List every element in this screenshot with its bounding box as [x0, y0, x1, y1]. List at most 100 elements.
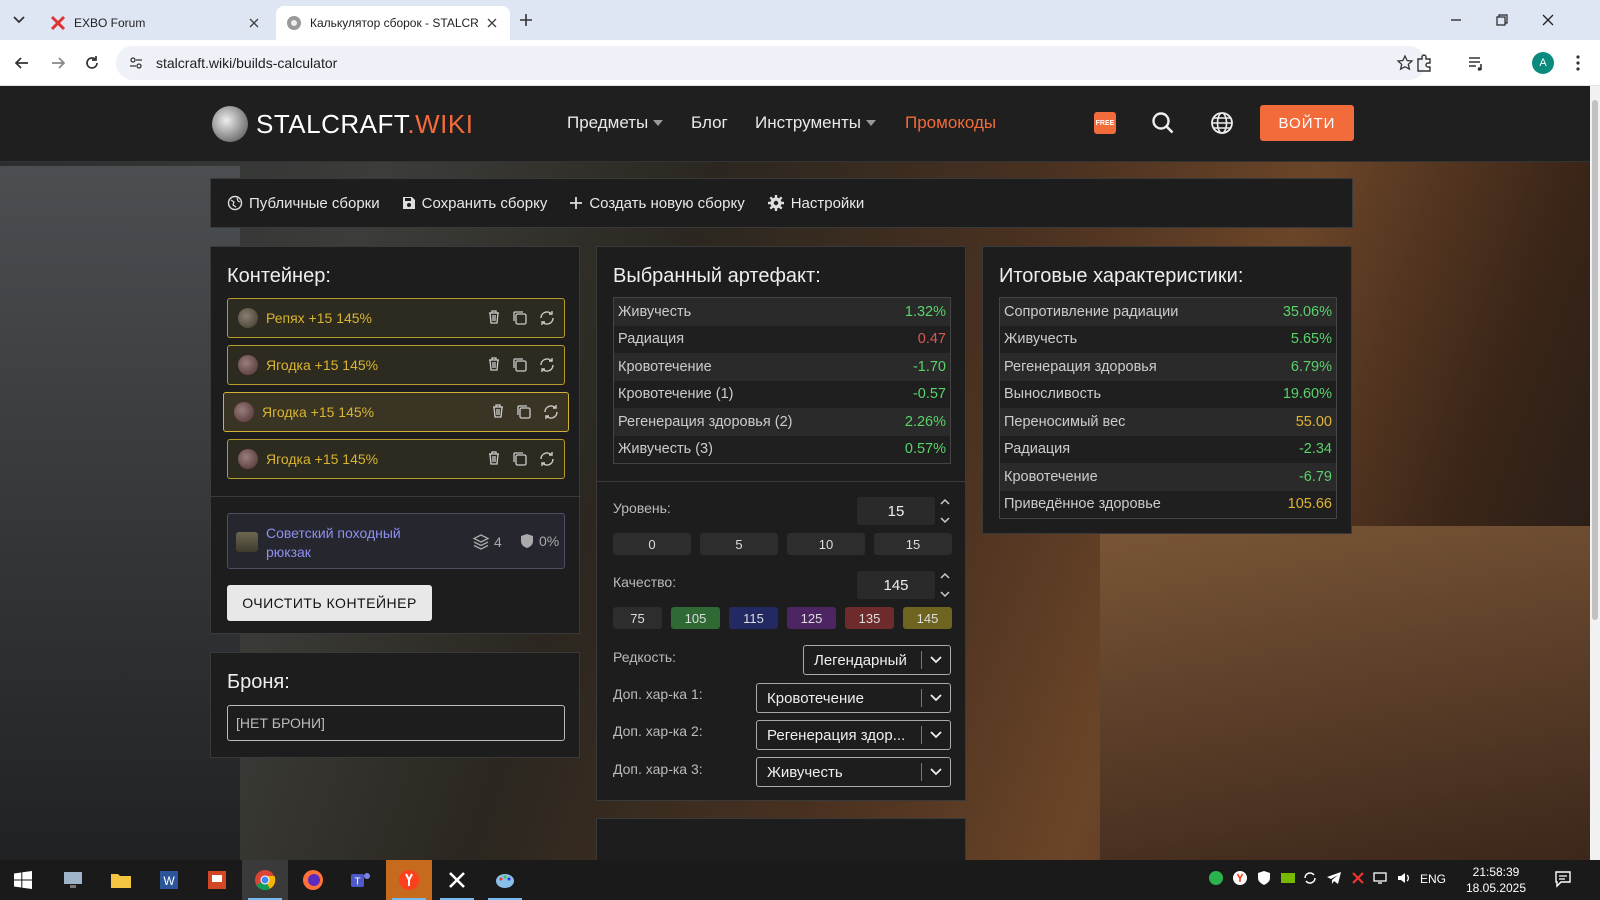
tray-network-icon[interactable] [1372, 870, 1388, 886]
artifact-slot-1[interactable]: Репях +15 145% [227, 298, 565, 338]
forward-arrow-icon[interactable] [48, 53, 68, 73]
free-badge-icon[interactable]: FREE [1094, 112, 1116, 134]
settings-button[interactable]: Настройки [767, 194, 864, 212]
taskbar-app-firefox[interactable] [290, 860, 336, 900]
taskbar-app-explorer-alt[interactable] [50, 860, 96, 900]
taskbar-app-powerpoint[interactable] [194, 860, 240, 900]
quality-stepper[interactable] [939, 572, 951, 598]
scrollbar-thumb[interactable] [1592, 100, 1598, 620]
profile-avatar[interactable]: A [1532, 52, 1554, 74]
level-input[interactable]: 15 [857, 497, 935, 525]
back-arrow-icon[interactable] [12, 53, 32, 73]
extensions-puzzle-icon[interactable] [1414, 53, 1434, 73]
rarity-select[interactable]: Легендарный [803, 645, 951, 675]
quality-preset-button[interactable]: 145 [903, 607, 952, 629]
replace-cycle-icon[interactable] [538, 450, 556, 468]
stalcraft-favicon-icon [287, 16, 301, 30]
start-button[interactable] [0, 860, 46, 900]
delete-trash-icon[interactable] [486, 356, 502, 372]
quality-input[interactable]: 145 [857, 571, 935, 599]
artifact-slot-4[interactable]: Ягодка +15 145% [227, 439, 565, 479]
taskbar-app-yandex[interactable] [386, 860, 432, 900]
copy-icon[interactable] [511, 309, 529, 327]
close-window-icon[interactable] [1538, 10, 1558, 30]
backpack-slot[interactable]: Советский походный рюкзак 4 0% [227, 513, 565, 569]
quality-preset-button[interactable]: 75 [613, 607, 662, 629]
delete-trash-icon[interactable] [490, 403, 506, 419]
input-language[interactable]: ENG [1420, 872, 1446, 886]
taskbar-app-word[interactable]: W [146, 860, 192, 900]
browser-menu-icon[interactable] [1568, 53, 1588, 73]
quality-preset-button[interactable]: 115 [729, 607, 778, 629]
reload-icon[interactable] [82, 53, 102, 73]
tray-sync-icon[interactable] [1302, 870, 1318, 886]
login-button[interactable]: ВОЙТИ [1260, 105, 1354, 141]
media-control-icon[interactable] [1466, 53, 1486, 73]
nav-tools[interactable]: Инструменты [755, 113, 877, 133]
browser-tab-calculator[interactable]: Калькулятор сборок - STALCRA [276, 6, 510, 40]
save-build-button[interactable]: Сохранить сборку [402, 195, 547, 212]
copy-icon[interactable] [511, 356, 529, 374]
site-info-icon[interactable] [128, 55, 144, 71]
quality-preset-button[interactable]: 125 [787, 607, 836, 629]
language-globe-icon[interactable] [1209, 110, 1235, 136]
tray-nvidia-icon[interactable] [1280, 870, 1296, 886]
extra-stat-1-select[interactable]: Кровотечение [756, 683, 951, 713]
taskbar-app-paint[interactable] [482, 860, 528, 900]
nav-promocodes[interactable]: Промокоды [905, 113, 996, 133]
quality-preset-button[interactable]: 135 [845, 607, 894, 629]
level-preset-button[interactable]: 10 [787, 533, 865, 555]
tray-exbo-icon[interactable] [1350, 870, 1366, 886]
notifications-icon[interactable] [1554, 870, 1572, 888]
delete-trash-icon[interactable] [486, 309, 502, 325]
level-preset-button[interactable]: 0 [613, 533, 691, 555]
search-icon[interactable] [1150, 110, 1176, 136]
restore-icon[interactable] [1492, 10, 1512, 30]
artifact-slot-2[interactable]: Ягодка +15 145% [227, 345, 565, 385]
minimize-icon[interactable] [1446, 10, 1466, 30]
tray-shield-icon[interactable] [1256, 870, 1272, 886]
clear-container-button[interactable]: ОЧИСТИТЬ КОНТЕЙНЕР [227, 585, 432, 621]
tab-close-icon[interactable] [246, 15, 262, 31]
copy-icon[interactable] [515, 403, 533, 421]
tray-yandex-icon[interactable] [1232, 870, 1248, 886]
tray-app-green-icon[interactable] [1208, 870, 1224, 886]
taskbar-app-teams[interactable]: T [338, 860, 384, 900]
chevron-up-icon[interactable] [939, 572, 951, 580]
artifact-slot-3-selected[interactable]: Ягодка +15 145% [223, 392, 569, 432]
level-preset-button[interactable]: 5 [700, 533, 778, 555]
nav-items[interactable]: Предметы [567, 113, 664, 133]
taskbar-app-chrome[interactable] [242, 860, 288, 900]
level-stepper[interactable] [939, 498, 951, 524]
system-clock[interactable]: 21:58:39 18.05.2025 [1464, 864, 1528, 896]
armor-selector[interactable] [227, 705, 565, 741]
page-scrollbar[interactable] [1590, 86, 1600, 860]
tab-search-menu-icon[interactable] [8, 9, 30, 31]
taskbar-app-file-explorer[interactable] [98, 860, 144, 900]
nav-blog[interactable]: Блог [691, 113, 728, 133]
bookmark-star-icon[interactable] [1396, 54, 1414, 72]
public-builds-button[interactable]: Публичные сборки [227, 195, 380, 212]
chevron-down-icon[interactable] [939, 516, 951, 524]
browser-tab-exbo[interactable]: EXBO Forum [40, 6, 272, 40]
chevron-up-icon[interactable] [939, 498, 951, 506]
quality-preset-button[interactable]: 105 [671, 607, 720, 629]
copy-icon[interactable] [511, 450, 529, 468]
replace-cycle-icon[interactable] [538, 309, 556, 327]
tray-telegram-icon[interactable] [1326, 870, 1342, 886]
tray-volume-icon[interactable] [1396, 870, 1412, 886]
delete-trash-icon[interactable] [486, 450, 502, 466]
replace-cycle-icon[interactable] [538, 356, 556, 374]
level-preset-button[interactable]: 15 [874, 533, 952, 555]
new-tab-plus-icon[interactable] [516, 10, 536, 30]
site-logo[interactable]: STALCRAFT.WIKI [212, 106, 473, 142]
tab-close-icon[interactable] [484, 15, 500, 31]
new-build-button[interactable]: Создать новую сборку [569, 195, 745, 212]
extra-stat-2-select[interactable]: Регенерация здор... [756, 720, 951, 750]
chevron-down-icon[interactable] [939, 590, 951, 598]
replace-cycle-icon[interactable] [542, 403, 560, 421]
url-text[interactable]: stalcraft.wiki/builds-calculator [156, 55, 337, 71]
taskbar-app-exbo[interactable] [434, 860, 480, 900]
extra-stat-3-select[interactable]: Живучесть [756, 757, 951, 787]
address-bar[interactable]: stalcraft.wiki/builds-calculator [116, 46, 1426, 80]
